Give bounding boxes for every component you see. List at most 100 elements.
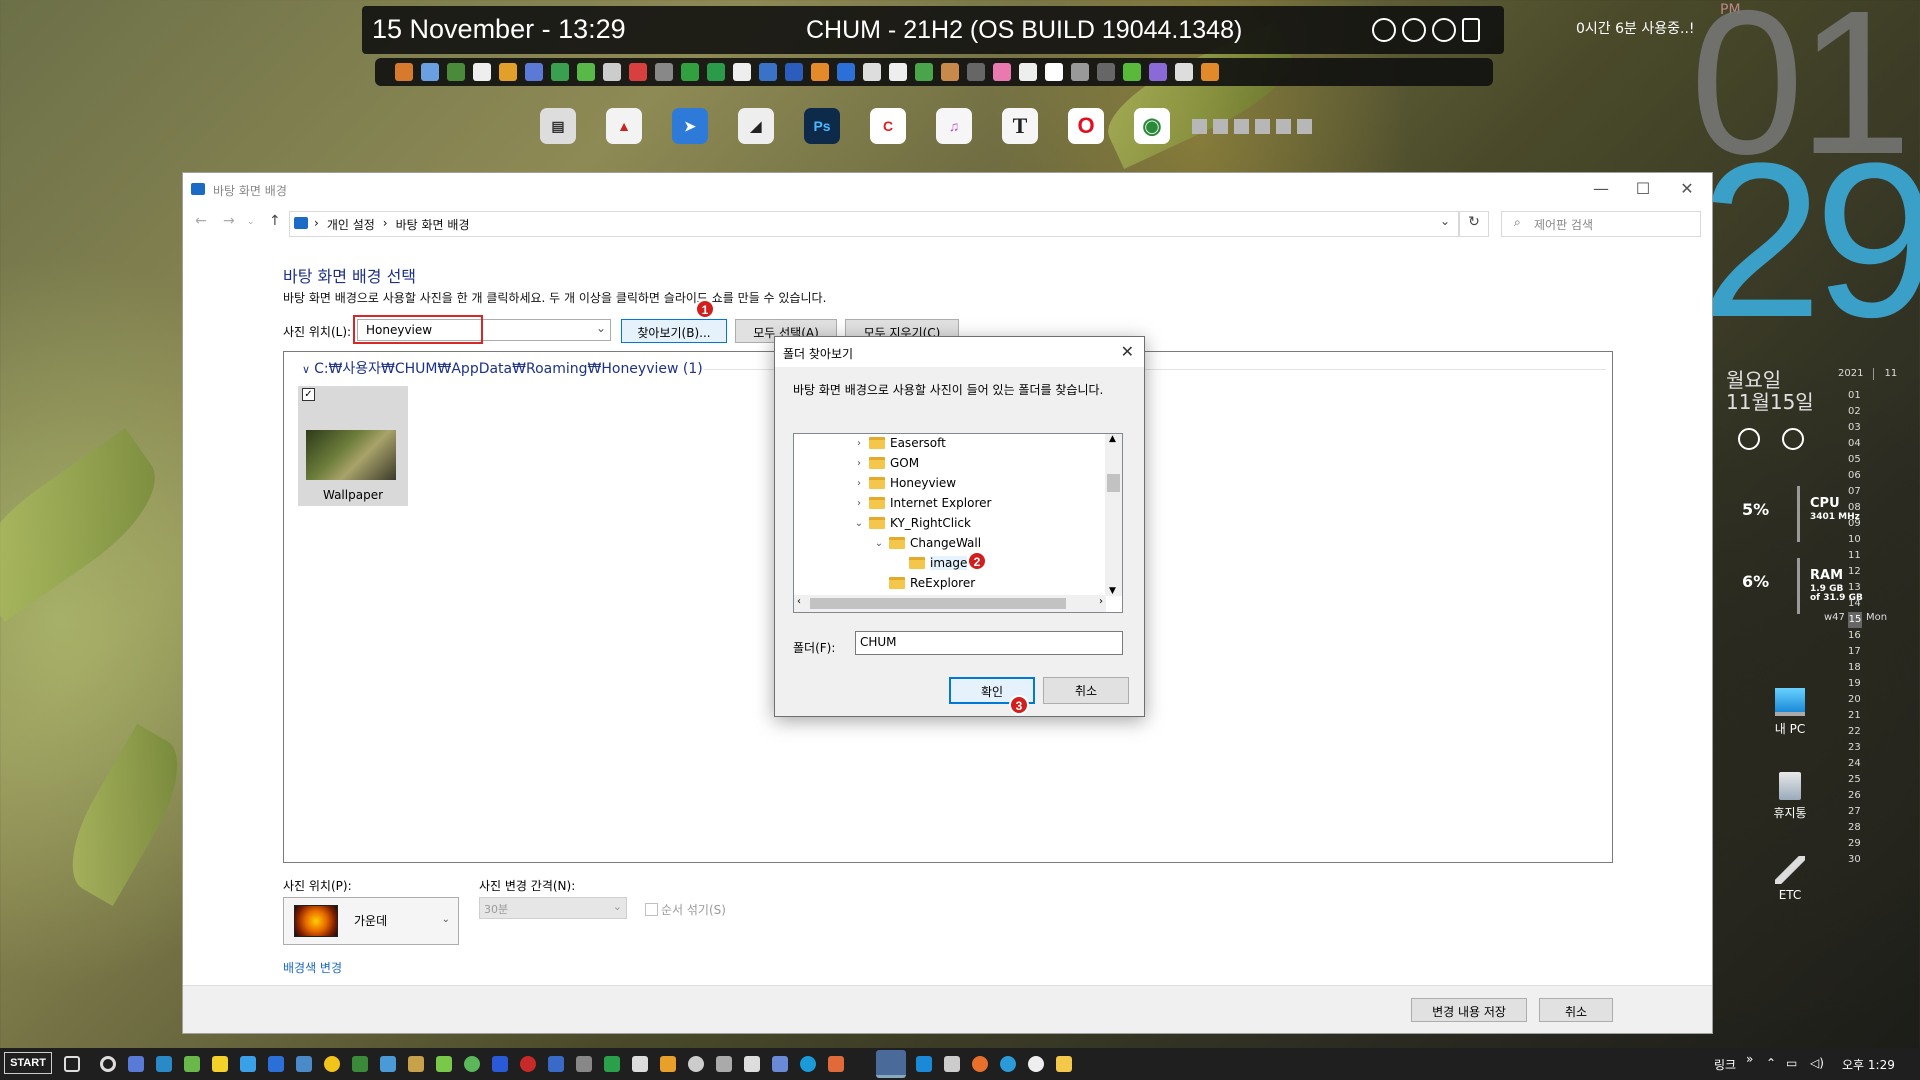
app-icon[interactable] [184, 1056, 200, 1072]
app-icon[interactable] [1201, 63, 1219, 81]
drive-icon[interactable]: ▤ [540, 108, 576, 144]
copy-icon[interactable]: ➤ [672, 108, 708, 144]
folder-group-header[interactable]: ∨ C:₩사용자₩CHUM₩AppData₩Roaming₩Honeyview (… [302, 358, 703, 378]
dialog-titlebar[interactable]: 폴더 찾아보기 ✕ [775, 337, 1144, 367]
app-icon[interactable] [916, 1056, 932, 1072]
control-panel-task-icon[interactable] [876, 1050, 906, 1078]
app-icon[interactable] [408, 1056, 424, 1072]
scroll-thumb[interactable] [1107, 474, 1120, 492]
power-icon[interactable] [1432, 18, 1456, 42]
app-icon[interactable] [632, 1056, 648, 1072]
app-icon[interactable] [716, 1056, 732, 1072]
forward-arrow-icon[interactable]: → [223, 213, 235, 229]
app-icon[interactable] [156, 1056, 172, 1072]
maximize-button[interactable]: ☐ [1623, 179, 1663, 198]
app-icon[interactable] [1000, 1056, 1016, 1072]
app-icon[interactable] [967, 63, 985, 81]
volume-icon[interactable]: ◁) [1810, 1056, 1824, 1070]
photoshop-icon[interactable]: Ps [804, 108, 840, 144]
app-icon[interactable] [499, 63, 517, 81]
app-icon[interactable] [436, 1056, 452, 1072]
app-icon[interactable] [212, 1056, 228, 1072]
shutdown-icon[interactable] [1372, 18, 1396, 42]
wrench-icon[interactable] [1462, 18, 1480, 42]
cancel-button[interactable]: 취소 [1539, 998, 1613, 1022]
scroll-right-icon[interactable]: › [1099, 596, 1103, 607]
close-button[interactable]: ✕ [1667, 179, 1707, 198]
dialog-close-button[interactable]: ✕ [1121, 342, 1134, 361]
plane-icon[interactable]: ▲ [606, 108, 642, 144]
app-icon[interactable] [915, 63, 933, 81]
app-icon[interactable] [993, 63, 1011, 81]
typora-icon[interactable]: T [1002, 108, 1038, 144]
up-arrow-icon[interactable]: ↑ [269, 213, 281, 229]
app-icon[interactable] [464, 1056, 480, 1072]
taskbar-clock[interactable]: 오후 1:29 [1842, 1056, 1895, 1073]
desktop-icon-etc[interactable]: ETC [1760, 856, 1820, 902]
app-icon[interactable] [421, 63, 439, 81]
tree-horizontal-scrollbar[interactable]: ‹ › [794, 595, 1106, 612]
app-icon[interactable] [772, 1056, 788, 1072]
opera-icon[interactable]: O [1068, 108, 1104, 144]
app-icon[interactable] [1175, 63, 1193, 81]
app-icon[interactable] [785, 63, 803, 81]
app-icon[interactable] [629, 63, 647, 81]
app-icon[interactable] [941, 63, 959, 81]
app-icon[interactable] [380, 1056, 396, 1072]
app-icon[interactable] [324, 1056, 340, 1072]
app-icon[interactable] [352, 1056, 368, 1072]
breadcrumb-personalization[interactable]: 개인 설정 [327, 216, 375, 233]
change-color-link[interactable]: 배경색 변경 [283, 959, 342, 976]
breadcrumb-desktop-background[interactable]: 바탕 화면 배경 [396, 216, 470, 233]
tree-node[interactable]: › Internet Explorer [854, 496, 991, 510]
app-icon[interactable] [1123, 63, 1141, 81]
scroll-left-icon[interactable]: ‹ [797, 596, 801, 607]
app-icon[interactable] [681, 63, 699, 81]
tree-node[interactable]: › Honeyview [854, 476, 956, 490]
thumbnail-checkbox[interactable]: ✓ [302, 388, 315, 401]
start-button[interactable]: START [4, 1052, 52, 1074]
scroll-thumb[interactable] [810, 598, 1066, 609]
save-changes-button[interactable]: 변경 내용 저장 [1411, 998, 1527, 1022]
app-icon[interactable] [707, 63, 725, 81]
tree-node[interactable]: ⌄ ChangeWall [874, 536, 981, 550]
wallpaper-thumbnail[interactable]: ✓ Wallpaper [298, 386, 408, 506]
app-icon[interactable] [688, 1056, 704, 1072]
tree-node[interactable]: ReExplorer [874, 576, 975, 590]
chrome-icon[interactable]: ◉ [1134, 108, 1170, 144]
app-icon[interactable] [944, 1056, 960, 1072]
ccleaner-icon[interactable]: C [870, 108, 906, 144]
chevron-right-icon[interactable]: › [854, 498, 864, 509]
scroll-up-icon[interactable]: ▲ [1109, 434, 1116, 444]
desktop-icon-recycle-bin[interactable]: 휴지통 [1760, 772, 1820, 821]
minimize-button[interactable]: — [1581, 179, 1621, 198]
task-view-icon[interactable] [64, 1056, 80, 1072]
chevron-right-icon[interactable]: › [854, 438, 864, 449]
app-icon[interactable] [395, 63, 413, 81]
app-icon[interactable] [240, 1056, 256, 1072]
app-icon[interactable] [655, 63, 673, 81]
app-icon[interactable] [863, 63, 881, 81]
app-icon[interactable] [1019, 63, 1037, 81]
scroll-down-icon[interactable]: ▼ [1109, 586, 1116, 596]
app-icon[interactable] [604, 1056, 620, 1072]
app-icon[interactable] [828, 1056, 844, 1072]
restart-icon[interactable] [1402, 18, 1426, 42]
app-icon[interactable] [492, 1056, 508, 1072]
tray-link-label[interactable]: 링크 [1714, 1056, 1736, 1073]
app-icon[interactable] [889, 63, 907, 81]
chevron-down-icon[interactable]: ⌄ [854, 518, 864, 529]
app-icon[interactable] [811, 63, 829, 81]
tree-node[interactable]: image [894, 556, 968, 570]
chevron-down-icon[interactable]: ⌄ [874, 538, 884, 549]
app-icon[interactable] [551, 63, 569, 81]
app-icon[interactable] [576, 1056, 592, 1072]
app-icon[interactable] [520, 1056, 536, 1072]
app-icon[interactable] [525, 63, 543, 81]
app-icon[interactable] [800, 1056, 816, 1072]
app-icon[interactable] [548, 1056, 564, 1072]
tree-vertical-scrollbar[interactable]: ▲ ▼ [1105, 434, 1122, 596]
app-icon[interactable] [268, 1056, 284, 1072]
network-icon[interactable]: ▭ [1786, 1056, 1797, 1070]
app-icon[interactable] [1045, 63, 1063, 81]
